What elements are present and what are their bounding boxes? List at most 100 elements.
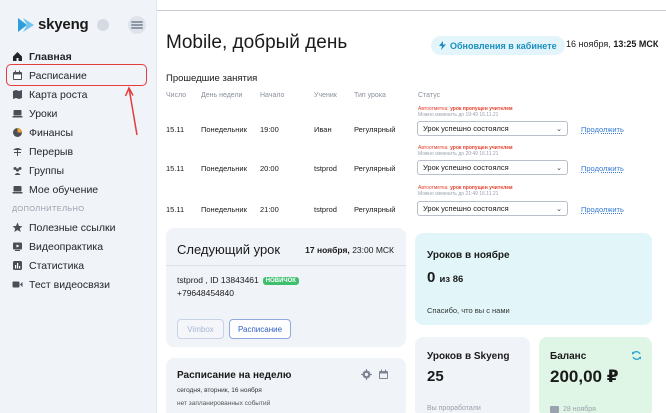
row-day: Понедельник bbox=[201, 205, 247, 214]
month-count-total: из 86 bbox=[439, 274, 464, 285]
continue-link[interactable]: Продолжить bbox=[581, 164, 624, 173]
refresh-icon[interactable] bbox=[631, 350, 642, 361]
edit-until: Можно изменить до 20:49 16.11.21 bbox=[418, 151, 499, 157]
next-lesson-student: tstprod , ID 13843461 НОВИЧОК bbox=[177, 275, 299, 285]
week-schedule-empty: нет запланированных событий bbox=[177, 400, 271, 407]
top-divider bbox=[157, 10, 666, 11]
next-lesson-card: Следующий урок 17 ноября, 23:00 МСК tstp… bbox=[166, 228, 406, 347]
skyeng-stats-footer: Вы проработали bbox=[427, 405, 481, 412]
row-start: 21:00 bbox=[260, 205, 279, 214]
calendar-icon[interactable] bbox=[378, 369, 389, 380]
row-type: Регулярный bbox=[354, 125, 396, 134]
sidebar-item-label: Мое обучение bbox=[29, 183, 99, 196]
sidebar-item-label: Статистика bbox=[29, 259, 85, 272]
month-stats-thanks: Спасибо, что вы с нами bbox=[427, 306, 510, 315]
column-header-status: Статус bbox=[418, 92, 441, 99]
continue-link[interactable]: Продолжить bbox=[581, 125, 624, 134]
week-schedule-today: сегодня, вторник, 16 ноября bbox=[177, 387, 262, 394]
next-lesson-datetime: 17 ноября, 23:00 МСК bbox=[305, 245, 394, 255]
row-student: tstprod bbox=[314, 164, 337, 173]
balance-footer-text: 28 ноября bbox=[563, 405, 596, 413]
balance-footer: 28 ноября bbox=[550, 405, 596, 413]
month-stats-card: Уроков в ноябре 0 из 86 Спасибо, что вы … bbox=[415, 233, 652, 325]
month-count-value: 0 bbox=[427, 269, 436, 286]
auto-mark: Автоотметка: урок пропущен учителем Можно… bbox=[418, 145, 513, 157]
lightning-icon bbox=[439, 41, 446, 50]
column-header-date: Число bbox=[166, 92, 187, 99]
vimbox-button[interactable]: Vimbox bbox=[177, 319, 224, 339]
column-header-type: Тип урока bbox=[354, 92, 386, 99]
group-icon bbox=[13, 167, 22, 175]
sidebar-item-useful-links[interactable]: Полезные ссылки bbox=[10, 218, 150, 237]
updates-label: Обновления в кабинете bbox=[450, 40, 557, 51]
status-select-value: Урок успешно состоялся bbox=[423, 163, 509, 172]
past-lessons-title: Прошедшие занятия bbox=[166, 73, 258, 84]
row-day: Понедельник bbox=[201, 125, 247, 134]
next-lesson-date: 17 ноября, bbox=[305, 245, 350, 255]
auto-mark: Автоотметка: урок пропущен учителем Можно… bbox=[418, 185, 513, 197]
student-name: tstprod , ID 13843461 bbox=[177, 275, 259, 285]
student-phone: +79648454840 bbox=[177, 288, 234, 298]
sidebar-item-video-test[interactable]: Тест видеосвязи bbox=[10, 275, 150, 294]
skyeng-stats-count: 25 bbox=[427, 368, 444, 385]
learning-icon bbox=[12, 186, 23, 194]
sidebar-item-my-learning[interactable]: Мое обучение bbox=[10, 180, 150, 199]
star-icon bbox=[12, 222, 23, 232]
sidebar: skyeng Главная Расписание Карта роста Ур… bbox=[0, 0, 157, 413]
month-stats-count: 0 из 86 bbox=[427, 269, 463, 286]
video-practice-icon bbox=[13, 242, 22, 251]
status-select-value: Урок успешно состоялся bbox=[423, 204, 509, 213]
next-lesson-title: Следующий урок bbox=[177, 242, 281, 257]
stats-icon bbox=[13, 261, 22, 270]
sidebar-section-extra: ДОПОЛНИТЕЛЬНО bbox=[12, 204, 85, 213]
balance-amount: 200,00 ₽ bbox=[550, 367, 619, 386]
status-select[interactable]: Урок успешно состоялся ⌄ bbox=[417, 201, 568, 216]
sidebar-item-video-practice[interactable]: Видеопрактика bbox=[10, 237, 150, 256]
continue-link[interactable]: Продолжить bbox=[581, 205, 624, 214]
next-lesson-time: 23:00 МСК bbox=[352, 245, 394, 255]
edit-until: Можно изменить до 19:49 16.11.21 bbox=[418, 112, 499, 118]
current-time: 13:25 МСК bbox=[613, 39, 659, 49]
column-header-student: Ученик bbox=[314, 92, 337, 99]
edit-until: Можно изменить до 21:49 16.11.21 bbox=[418, 191, 499, 197]
current-datetime: 16 ноября, 13:25 МСК bbox=[566, 39, 658, 49]
skyeng-stats-card: Уроков в Skyeng 25 Вы проработали bbox=[415, 337, 530, 413]
gear-icon[interactable] bbox=[361, 369, 372, 380]
new-student-badge: НОВИЧОК bbox=[262, 277, 299, 285]
column-header-day: День недели bbox=[201, 92, 243, 99]
chevron-down-icon: ⌄ bbox=[556, 206, 562, 213]
row-type: Регулярный bbox=[354, 205, 396, 214]
sidebar-item-label: Полезные ссылки bbox=[29, 221, 116, 234]
row-date: 15.11 bbox=[166, 125, 185, 134]
schedule-button[interactable]: Расписание bbox=[229, 319, 291, 339]
balance-title: Баланс bbox=[550, 351, 587, 362]
week-schedule-title: Расписание на неделю bbox=[177, 370, 292, 381]
month-stats-title: Уроков в ноябре bbox=[427, 250, 510, 261]
updates-button[interactable]: Обновления в кабинете bbox=[431, 36, 565, 55]
row-student: tstprod bbox=[314, 205, 337, 214]
status-select[interactable]: Урок успешно состоялся ⌄ bbox=[417, 121, 568, 136]
sidebar-item-groups[interactable]: Группы bbox=[10, 161, 150, 180]
row-type: Регулярный bbox=[354, 164, 396, 173]
sidebar-item-statistics[interactable]: Статистика bbox=[10, 256, 150, 275]
sidebar-item-label: Тест видеосвязи bbox=[29, 278, 110, 291]
chevron-down-icon: ⌄ bbox=[556, 165, 562, 172]
page-title: Mobile, добрый день bbox=[166, 32, 348, 53]
skyeng-stats-title: Уроков в Skyeng bbox=[427, 351, 510, 362]
annotation-arrow-icon bbox=[124, 86, 138, 136]
balance-card: Баланс 200,00 ₽ 28 ноября bbox=[539, 337, 652, 413]
row-date: 15.11 bbox=[166, 164, 185, 173]
week-schedule-card: Расписание на неделю сегодня, вторник, 1… bbox=[166, 358, 406, 413]
column-header-start: Начало bbox=[260, 92, 285, 99]
week-schedule-actions bbox=[361, 369, 389, 380]
status-select-value: Урок успешно состоялся bbox=[423, 124, 509, 133]
camera-icon bbox=[12, 281, 23, 288]
sidebar-item-label: Группы bbox=[29, 164, 64, 177]
sidebar-item-label: Видеопрактика bbox=[29, 240, 104, 253]
status-select[interactable]: Урок успешно состоялся ⌄ bbox=[417, 160, 568, 175]
row-start: 20:00 bbox=[260, 164, 279, 173]
wallet-icon bbox=[550, 406, 559, 413]
auto-mark: Автоотметка: урок пропущен учителем Можно… bbox=[418, 106, 513, 118]
current-date: 16 ноября, bbox=[566, 39, 611, 49]
row-start: 19:00 bbox=[260, 125, 279, 134]
